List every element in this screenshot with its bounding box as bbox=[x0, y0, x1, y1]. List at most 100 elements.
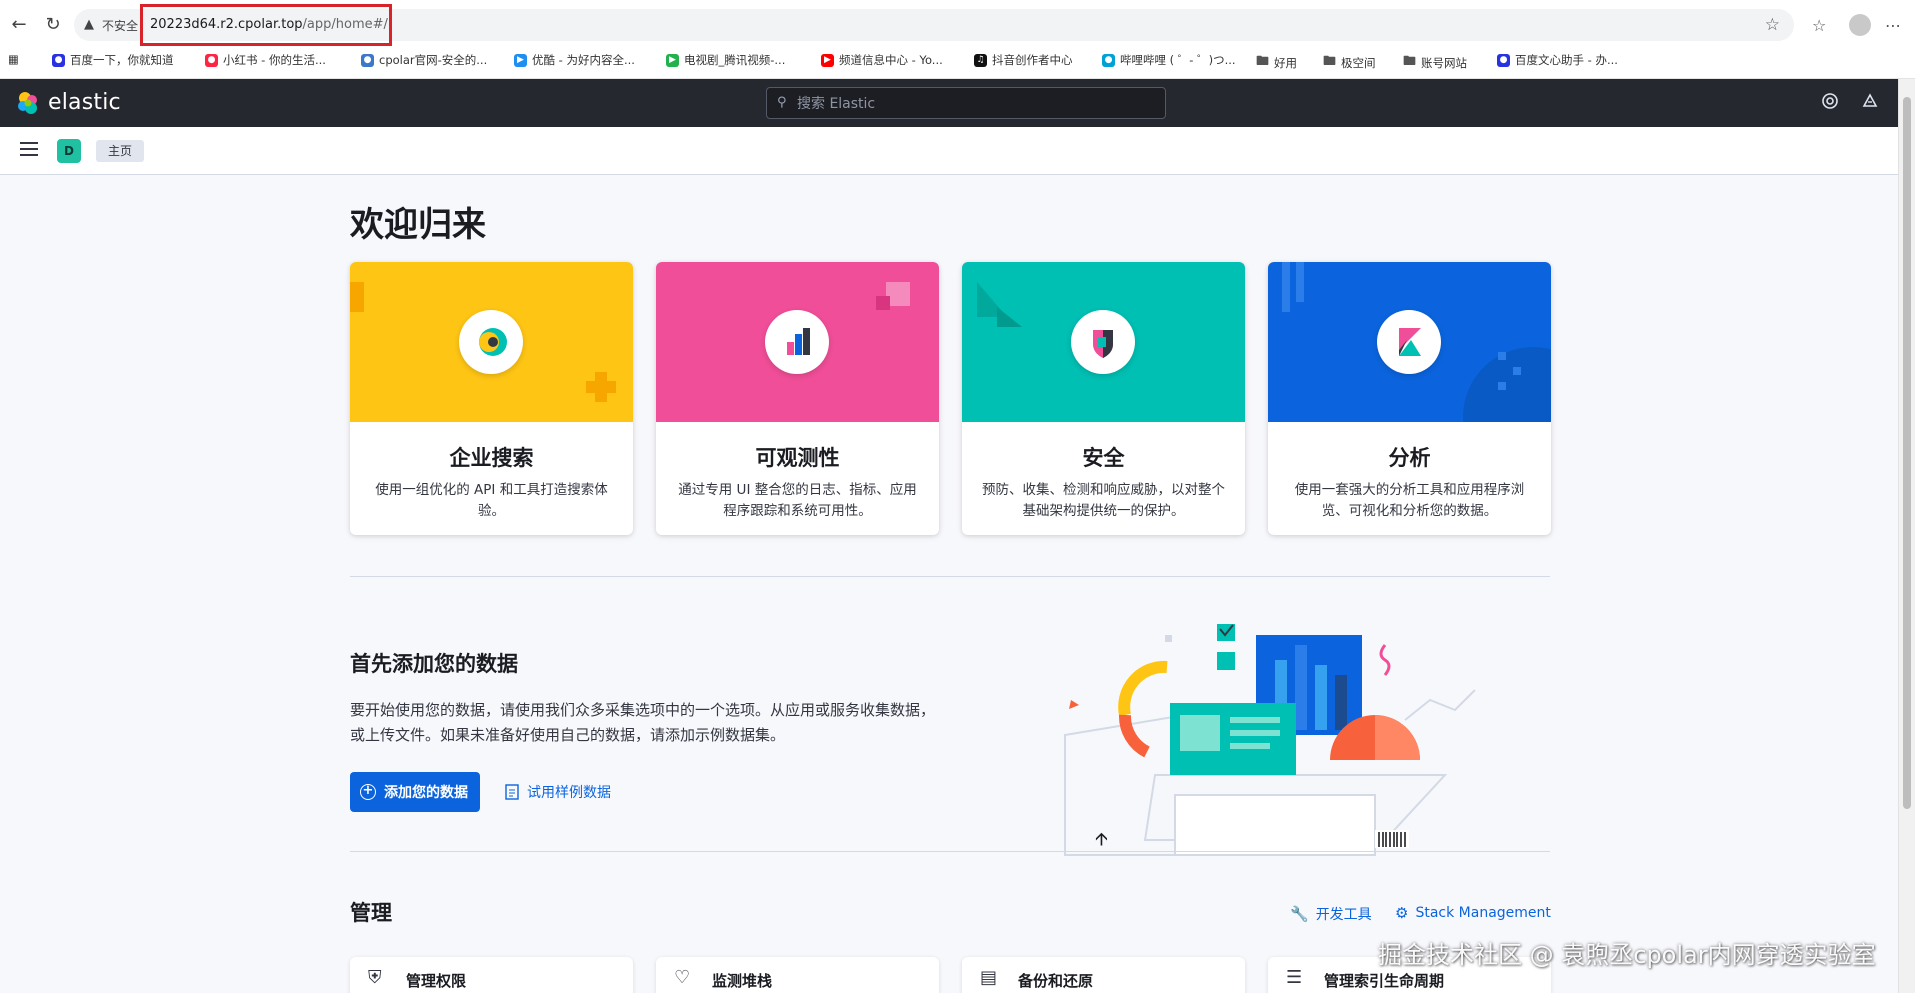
xiaohongshu-icon: ● bbox=[205, 53, 218, 67]
bookmark-item[interactable]: ▶ 频道信息中心 - Yo... bbox=[821, 52, 943, 68]
bilibili-icon: ● bbox=[1102, 53, 1115, 67]
news-feed-icon[interactable] bbox=[1859, 92, 1881, 114]
bookmark-item[interactable]: ● 百度文心助手 - 办... bbox=[1497, 52, 1618, 68]
card-title: 可观测性 bbox=[755, 446, 840, 470]
tencent-video-icon: ▶ bbox=[666, 53, 679, 67]
stack-management-link[interactable]: ⚙ Stack Management bbox=[1395, 904, 1551, 922]
stack-management-label: Stack Management bbox=[1415, 905, 1551, 921]
try-sample-data-link[interactable]: 试用样例数据 bbox=[505, 772, 611, 812]
search-input[interactable] bbox=[797, 93, 1157, 115]
section-divider bbox=[350, 576, 1550, 577]
bookmark-label: 优酷 - 为好内容全... bbox=[532, 53, 635, 67]
cpolar-icon: ● bbox=[361, 53, 374, 67]
bookmark-item[interactable]: ▶ 优酷 - 为好内容全... bbox=[514, 52, 635, 68]
card-title: 分析 bbox=[1388, 446, 1431, 470]
help-icon[interactable] bbox=[1819, 92, 1841, 114]
bookmarks-menu-icon[interactable]: ▦ bbox=[8, 52, 19, 66]
solution-card-analytics[interactable]: 分析 使用一套强大的分析工具和应用程序浏览、可视化和分析您的数据。 bbox=[1268, 262, 1551, 535]
backup-restore-card[interactable]: ▤ 备份和还原 bbox=[962, 957, 1245, 993]
folder-icon: 🖿 bbox=[1323, 54, 1337, 69]
bookmark-item[interactable]: ▶ 电视剧_腾讯视频-... bbox=[666, 52, 785, 68]
observability-icon bbox=[765, 310, 829, 374]
add-data-illustration: 🡩 bbox=[1064, 624, 1476, 856]
breadcrumb-home[interactable]: 主页 bbox=[96, 140, 145, 162]
security-icon bbox=[1071, 310, 1135, 374]
add-data-button[interactable]: + 添加您的数据 bbox=[350, 772, 480, 812]
bookmark-item[interactable]: ● cpolar官网-安全的... bbox=[361, 52, 487, 68]
bookmark-label: 抖音创作者中心 bbox=[992, 53, 1073, 67]
enterprise-search-icon bbox=[459, 310, 523, 374]
bookmark-label: 百度一下，你就知道 bbox=[70, 53, 174, 67]
reload-icon[interactable]: ↻ bbox=[42, 14, 64, 36]
card-title: 企业搜索 bbox=[449, 446, 534, 470]
main-content: 欢迎归来 企业搜索 使用一组优化的 API 和工具打造搜索体验。 可观测性 通过… bbox=[0, 175, 1898, 993]
youku-icon: ▶ bbox=[514, 53, 527, 67]
bookmark-label: 频道信息中心 - Yo... bbox=[839, 53, 943, 67]
try-sample-data-label: 试用样例数据 bbox=[527, 785, 611, 801]
wrench-icon: 🔧 bbox=[1290, 905, 1309, 923]
card-description: 预防、收集、检测和响应威胁，以对整个基础架构提供统一的保护。 bbox=[982, 482, 1225, 519]
bookmark-folder[interactable]: 🖿 账号网站 bbox=[1403, 52, 1467, 74]
profile-avatar[interactable] bbox=[1849, 14, 1871, 36]
kibana-subheader: D 主页 bbox=[0, 127, 1898, 175]
page-title: 欢迎归来 bbox=[350, 205, 486, 245]
elastic-logo-icon[interactable] bbox=[16, 91, 40, 115]
card-label: 管理索引生命周期 bbox=[1324, 972, 1445, 990]
baidu-icon: ● bbox=[52, 53, 65, 67]
global-search[interactable]: ⚲ bbox=[766, 87, 1166, 119]
svg-text:🡩: 🡩 bbox=[1095, 829, 1108, 850]
elastic-logo-text[interactable]: elastic bbox=[48, 90, 121, 115]
youtube-icon: ▶ bbox=[821, 53, 834, 67]
bookmark-folder[interactable]: 🖿 好用 bbox=[1256, 52, 1297, 74]
star-icon[interactable]: ☆ bbox=[1765, 15, 1780, 35]
card-description: 使用一套强大的分析工具和应用程序浏览、可视化和分析您的数据。 bbox=[1294, 482, 1525, 519]
monitor-stack-card[interactable]: ♡ 监测堆栈 bbox=[656, 957, 939, 993]
insecure-label: 不安全 bbox=[102, 19, 139, 33]
add-data-title: 首先添加您的数据 bbox=[350, 652, 518, 676]
bookmark-label: 好用 bbox=[1274, 56, 1298, 70]
card-label: 管理权限 bbox=[406, 972, 467, 990]
url-host: 20223d64.r2.cpolar.top bbox=[150, 17, 303, 32]
card-label: 备份和还原 bbox=[1018, 972, 1094, 990]
folder-icon: 🖿 bbox=[1403, 54, 1417, 69]
document-icon: ☰ bbox=[1286, 967, 1303, 988]
bookmark-label: 账号网站 bbox=[1421, 56, 1468, 70]
bookmark-label: 百度文心助手 - 办... bbox=[1515, 53, 1618, 67]
solution-card-observability[interactable]: 可观测性 通过专用 UI 整合您的日志、指标、应用程序跟踪和系统可用性。 bbox=[656, 262, 939, 535]
bookmark-label: 小红书 - 你的生活... bbox=[223, 53, 326, 67]
manage-permissions-card[interactable]: ⛨ 管理权限 bbox=[350, 957, 633, 993]
bookmark-label: cpolar官网-安全的... bbox=[379, 53, 488, 67]
dev-tools-label: 开发工具 bbox=[1315, 907, 1372, 923]
document-icon bbox=[505, 784, 519, 800]
menu-hamburger-icon[interactable] bbox=[20, 142, 38, 156]
database-icon: ▤ bbox=[980, 967, 998, 988]
solution-card-security[interactable]: 安全 预防、收集、检测和响应威胁，以对整个基础架构提供统一的保护。 bbox=[962, 262, 1245, 535]
douyin-icon: ♫ bbox=[974, 53, 987, 67]
address-bar[interactable]: ▲ 不安全 20223d64.r2.cpolar.top/app/home#/ … bbox=[74, 4, 1794, 46]
kibana-header: elastic ⚲ bbox=[0, 79, 1898, 127]
space-avatar[interactable]: D bbox=[57, 139, 81, 163]
plus-circle-icon: + bbox=[360, 784, 376, 800]
url-text[interactable]: 20223d64.r2.cpolar.top/app/home#/ bbox=[150, 17, 388, 32]
bookmark-item[interactable]: ● 小红书 - 你的生活... bbox=[205, 52, 326, 68]
gear-icon: ⚙ bbox=[1395, 904, 1409, 922]
solution-card-enterprise-search[interactable]: 企业搜索 使用一组优化的 API 和工具打造搜索体验。 bbox=[350, 262, 633, 535]
bookmark-label: 哔哩哔哩 ( ゜- ゜)つ... bbox=[1120, 53, 1236, 67]
warning-icon: ▲ bbox=[84, 17, 94, 32]
back-arrow-icon[interactable]: ← bbox=[8, 14, 30, 36]
favorites-icon[interactable]: ☆ bbox=[1812, 16, 1826, 35]
more-menu-icon[interactable]: ⋯ bbox=[1885, 16, 1901, 35]
section-divider bbox=[350, 851, 1550, 852]
page-scrollbar[interactable] bbox=[1898, 79, 1915, 993]
bookmark-item[interactable]: ● 哔哩哔哩 ( ゜- ゜)つ... bbox=[1102, 52, 1236, 68]
folder-icon: 🖿 bbox=[1256, 54, 1270, 69]
card-label: 监测堆栈 bbox=[712, 972, 773, 990]
heartbeat-icon: ♡ bbox=[674, 967, 691, 988]
add-data-button-label: 添加您的数据 bbox=[384, 785, 468, 801]
bookmark-folder[interactable]: 🖿 极空间 bbox=[1323, 52, 1376, 74]
baidu-icon: ● bbox=[1497, 53, 1510, 67]
bookmark-item[interactable]: ♫ 抖音创作者中心 bbox=[974, 52, 1073, 68]
dev-tools-link[interactable]: 🔧 开发工具 bbox=[1290, 904, 1372, 924]
scrollbar-thumb[interactable] bbox=[1903, 97, 1911, 809]
bookmark-item[interactable]: ● 百度一下，你就知道 bbox=[52, 52, 174, 68]
